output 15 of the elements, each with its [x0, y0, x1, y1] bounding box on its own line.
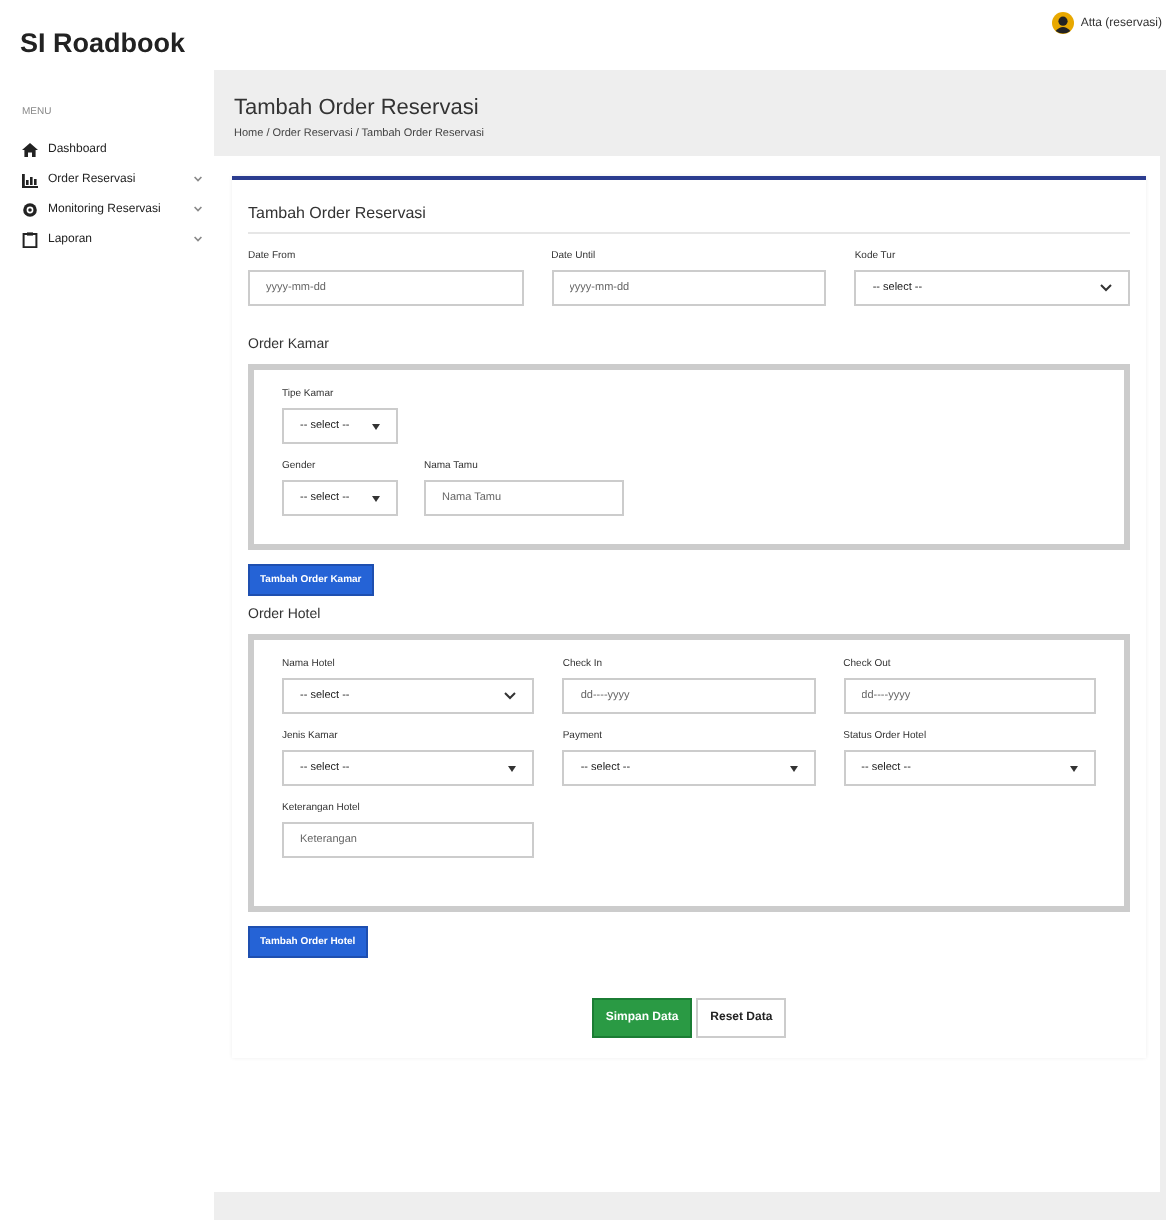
clipboard-icon — [22, 231, 38, 247]
dropdown-arrow-icon — [789, 765, 798, 771]
card-title: Tambah Order Reservasi — [248, 180, 1130, 234]
home-icon — [22, 141, 38, 157]
app-title: SI Roadbook — [20, 28, 186, 58]
bar-chart-icon — [22, 171, 38, 187]
dropdown-arrow-icon — [508, 765, 517, 771]
dropdown-arrow-icon — [372, 495, 380, 501]
dropdown-arrow-icon — [372, 423, 380, 429]
eye-icon — [22, 201, 38, 217]
page-title: Tambah Order Reservasi — [234, 96, 481, 120]
user-avatar-icon — [1052, 12, 1075, 34]
dropdown-arrow-icon — [1070, 765, 1078, 771]
chevron-down-icon — [504, 692, 517, 700]
chevron-down-icon — [1100, 284, 1112, 292]
